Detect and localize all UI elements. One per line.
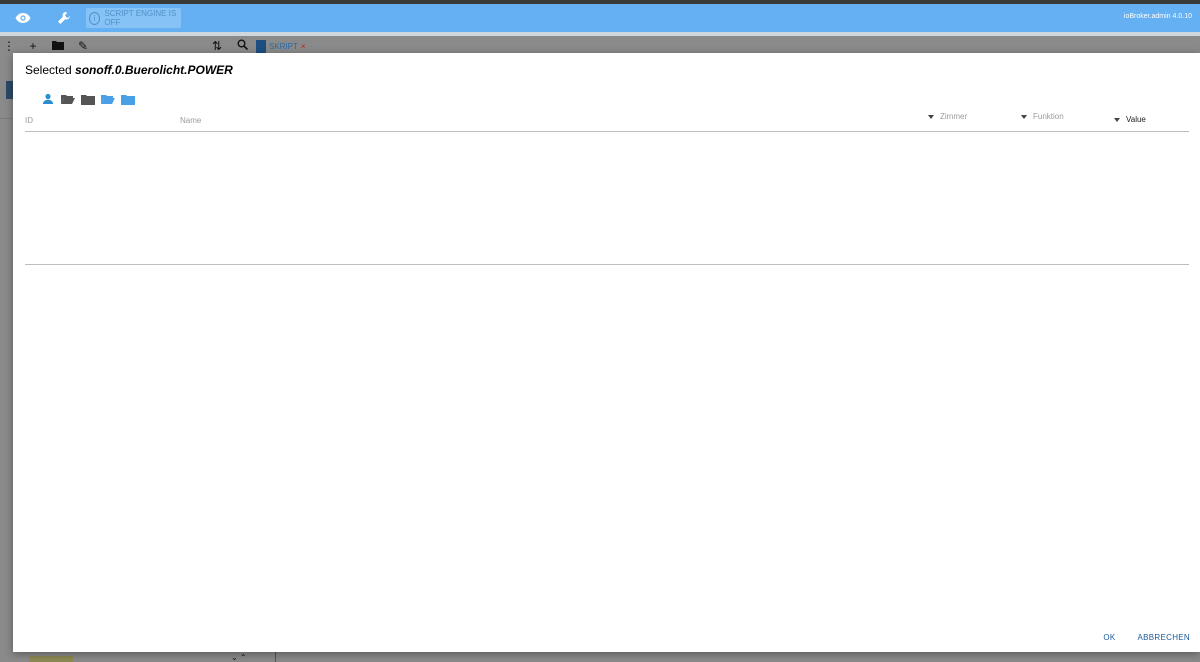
folder-open-blue-icon[interactable]: [101, 92, 115, 106]
add-icon[interactable]: +: [26, 39, 40, 53]
wrench-icon[interactable]: [55, 9, 73, 27]
chevron-up-down-icon[interactable]: ⌄ ⌃: [231, 653, 247, 662]
column-header-room[interactable]: Zimmer: [928, 112, 967, 121]
dropdown-arrow-icon: [1114, 117, 1120, 122]
filter-toolbar: [41, 92, 135, 106]
search-icon[interactable]: [235, 39, 249, 53]
editor-toolbar: ⋮ + ✎ ⇅ SKRIPT ×: [0, 36, 1200, 54]
column-header-function-label: Funktion: [1033, 112, 1064, 121]
cancel-button[interactable]: ABBRECHEN: [1136, 631, 1193, 644]
tab-script[interactable]: SKRIPT ×: [256, 39, 306, 53]
sort-icon[interactable]: ⇅: [210, 39, 224, 53]
app-bar: i SCRIPT ENGINE IS OFF ioBroker.admin 4.…: [0, 4, 1200, 32]
dialog-title: Selected sonoff.0.Buerolicht.POWER: [25, 63, 233, 77]
column-header-value-label: Value: [1126, 115, 1146, 124]
more-icon[interactable]: ⋮: [2, 39, 16, 53]
info-icon: i: [89, 11, 101, 25]
person-icon[interactable]: [41, 92, 55, 106]
ok-button[interactable]: OK: [1101, 631, 1117, 644]
folder-open-icon[interactable]: [61, 92, 75, 106]
dialog-title-prefix: Selected: [25, 63, 72, 77]
selected-object-id: sonoff.0.Buerolicht.POWER: [75, 63, 233, 77]
dropdown-arrow-icon: [1021, 114, 1027, 119]
script-tab-label: SKRIPT: [269, 41, 298, 51]
folder-icon[interactable]: [81, 92, 95, 106]
script-tab-marker-icon: [256, 39, 266, 53]
select-id-dialog: Selected sonoff.0.Buerolicht.POWER ID Na…: [13, 53, 1200, 652]
objects-table-header: ID Name Zimmer Funktion Value: [25, 111, 1189, 132]
selected-tree-item[interactable]: [6, 81, 13, 99]
dialog-actions: OK ABBRECHEN: [1101, 631, 1192, 644]
column-header-value[interactable]: Value: [1114, 115, 1146, 124]
table-bottom-divider: [25, 264, 1189, 265]
bottom-divider: [275, 652, 276, 662]
script-engine-status-badge[interactable]: i SCRIPT ENGINE IS OFF: [86, 8, 181, 28]
status-chip: [29, 656, 73, 662]
bottom-status-strip: ⌄ ⌃: [13, 652, 1200, 662]
new-folder-icon[interactable]: [51, 39, 65, 53]
admin-version-label: ioBroker.admin 4.0.10: [1123, 13, 1192, 20]
dropdown-arrow-icon: [928, 114, 934, 119]
close-icon[interactable]: ×: [301, 42, 306, 51]
column-header-room-label: Zimmer: [940, 112, 968, 121]
column-header-id[interactable]: ID: [25, 116, 33, 125]
script-engine-status-text: SCRIPT ENGINE IS OFF: [104, 9, 177, 27]
eye-icon[interactable]: [14, 9, 32, 27]
folder-blue-icon[interactable]: [121, 92, 135, 106]
edit-icon[interactable]: ✎: [76, 39, 90, 53]
script-tree-panel: [0, 54, 13, 662]
column-header-function[interactable]: Funktion: [1021, 112, 1064, 121]
column-header-name[interactable]: Name: [180, 116, 201, 125]
panel-divider: [0, 118, 13, 119]
